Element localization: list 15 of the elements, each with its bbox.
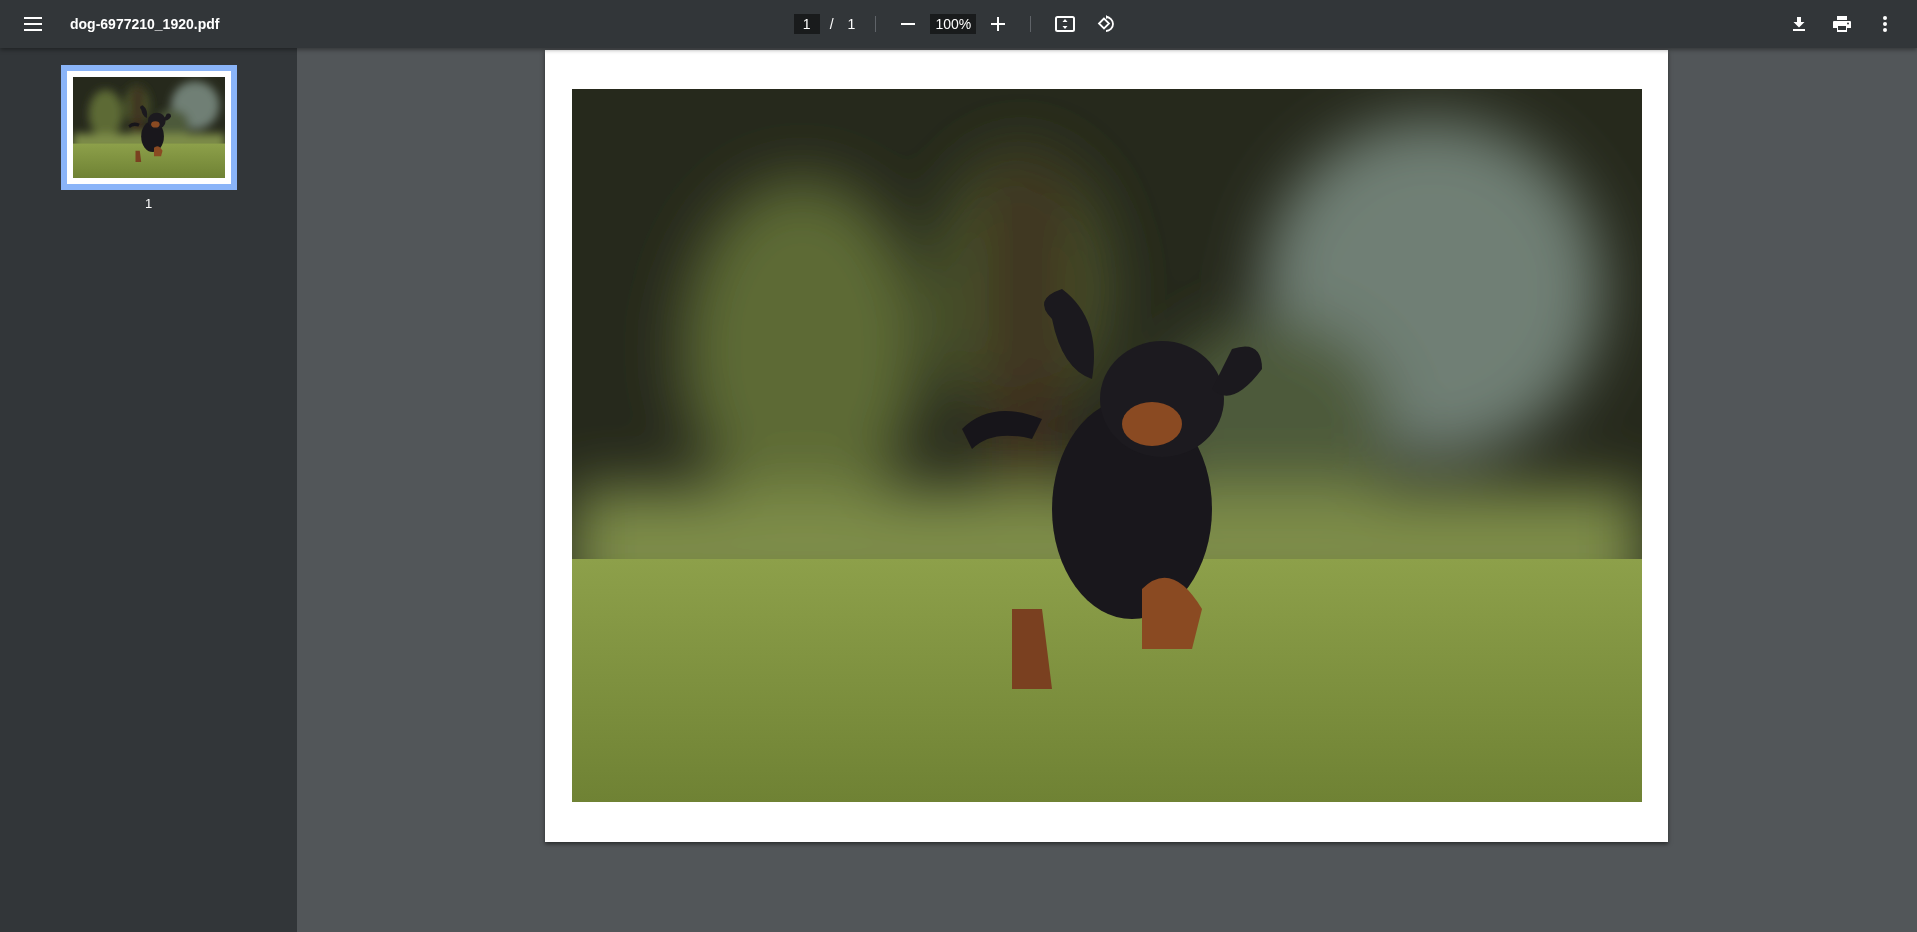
file-name: dog-6977210_1920.pdf — [70, 16, 220, 32]
page-separator: / — [828, 16, 835, 32]
plus-icon — [991, 17, 1006, 31]
page-number-field[interactable]: 1 — [793, 14, 820, 34]
more-icon — [1883, 16, 1887, 32]
print-icon — [1833, 16, 1851, 32]
menu-icon — [24, 17, 42, 31]
fit-page-icon — [1055, 16, 1076, 32]
page-thumbnail[interactable] — [60, 65, 237, 190]
zoom-field[interactable]: 100% — [930, 14, 977, 34]
minus-icon — [901, 23, 916, 25]
thumbnail-label: 1 — [144, 196, 153, 211]
rotate-icon — [1097, 15, 1116, 33]
download-icon — [1793, 17, 1805, 31]
page-count: 1 — [846, 16, 857, 32]
